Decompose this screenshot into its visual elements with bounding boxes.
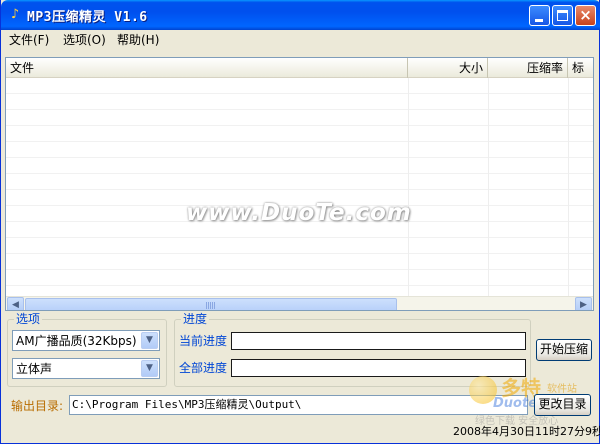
- options-group: 选项 AM广播品质(32Kbps) ▼ 立体声 ▼: [7, 312, 167, 387]
- main-window: ♪ MP3压缩精灵 V1.6 × 文件(F) 选项(O) 帮助(H) 文件 大小…: [0, 0, 600, 444]
- maximize-icon: [557, 10, 568, 21]
- chevron-down-icon[interactable]: ▼: [141, 332, 158, 349]
- music-note-icon[interactable]: ♪: [7, 7, 23, 23]
- file-list[interactable]: 文件 大小 压缩率 标 www.DuoTe.com ◀ ▶: [5, 57, 594, 311]
- total-progress-label: 全部进度: [179, 361, 228, 375]
- arrow-left-icon: ◀: [12, 300, 19, 310]
- current-progress-bar: [231, 332, 526, 350]
- close-button[interactable]: ×: [575, 5, 596, 26]
- current-progress-label: 当前进度: [179, 334, 228, 348]
- arrow-right-icon: ▶: [580, 300, 587, 310]
- change-dir-button[interactable]: 更改目录: [534, 394, 591, 416]
- logo-text-cn-small: 软件站: [547, 384, 577, 395]
- menu-file[interactable]: 文件(F): [5, 32, 53, 48]
- title-bar[interactable]: ♪ MP3压缩精灵 V1.6 ×: [1, 0, 600, 30]
- column-header-size[interactable]: 大小: [408, 58, 488, 78]
- options-group-title: 选项: [14, 312, 43, 326]
- scroll-right-button[interactable]: ▶: [575, 297, 592, 310]
- logo-text-en: Duote: [493, 396, 538, 411]
- watermark-text: www.DuoTe.com: [186, 200, 412, 226]
- file-list-body[interactable]: [6, 78, 593, 296]
- quality-select-value: AM广播品质(32Kbps): [16, 334, 137, 348]
- progress-group-title: 进度: [181, 312, 210, 326]
- column-header-ratio[interactable]: 压缩率: [488, 58, 568, 78]
- channel-select[interactable]: 立体声 ▼: [12, 358, 160, 379]
- file-list-header: 文件 大小 压缩率 标: [6, 58, 593, 78]
- window-title: MP3压缩精灵 V1.6: [27, 10, 148, 25]
- column-divider: [568, 78, 569, 296]
- column-divider: [488, 78, 489, 296]
- channel-select-value: 立体声: [16, 362, 53, 376]
- grip-icon: [206, 302, 216, 309]
- output-dir-field[interactable]: C:\Program Files\MP3压缩精灵\Output\: [69, 395, 528, 415]
- quality-select[interactable]: AM广播品质(32Kbps) ▼: [12, 330, 160, 351]
- menu-help[interactable]: 帮助(H): [113, 32, 163, 48]
- status-datetime: 2008年4月30日11时27分9秒: [453, 425, 600, 438]
- menu-bar: 文件(F) 选项(O) 帮助(H): [1, 30, 599, 50]
- start-compress-button[interactable]: 开始压缩: [536, 339, 592, 361]
- column-divider: [408, 78, 409, 296]
- column-header-title[interactable]: 标: [568, 58, 593, 78]
- output-dir-label: 输出目录:: [11, 399, 64, 413]
- menu-options[interactable]: 选项(O): [59, 32, 110, 48]
- scroll-left-button[interactable]: ◀: [7, 297, 24, 310]
- chevron-down-icon[interactable]: ▼: [141, 360, 158, 377]
- horizontal-scrollbar[interactable]: ◀ ▶: [6, 296, 593, 310]
- maximize-button[interactable]: [552, 5, 573, 26]
- minimize-icon: [535, 19, 543, 22]
- scroll-thumb[interactable]: [25, 298, 397, 310]
- minimize-button[interactable]: [529, 5, 550, 26]
- close-icon: ×: [579, 6, 592, 24]
- column-header-file[interactable]: 文件: [6, 58, 408, 78]
